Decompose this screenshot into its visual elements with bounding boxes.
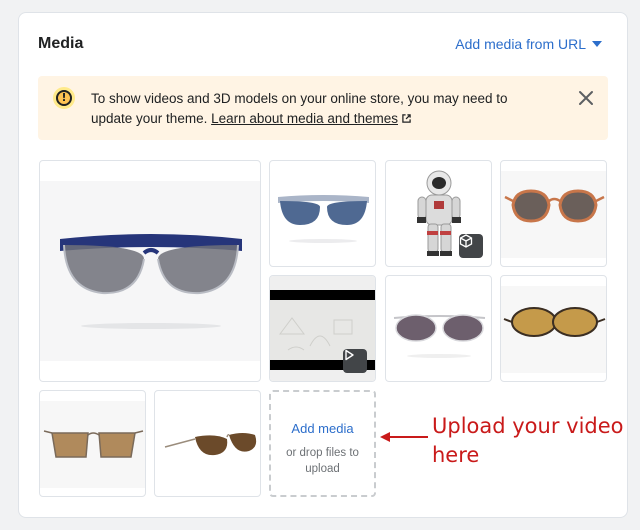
blue-lens-sunglasses-image bbox=[278, 195, 369, 243]
caret-down-icon bbox=[592, 41, 602, 47]
media-tile-7[interactable] bbox=[500, 275, 607, 382]
media-tile-3d[interactable] bbox=[385, 160, 492, 267]
aviator-sunglasses-image bbox=[164, 433, 257, 456]
add-media-button[interactable]: Add media bbox=[271, 421, 374, 436]
add-media-from-url-link[interactable]: Add media from URL bbox=[455, 36, 602, 52]
media-tile-9[interactable] bbox=[154, 390, 261, 497]
media-tile-video[interactable] bbox=[269, 275, 376, 382]
media-tile-2[interactable] bbox=[269, 160, 376, 267]
theme-warning-banner: ! To show videos and 3D models on your o… bbox=[38, 76, 608, 140]
banner-message: To show videos and 3D models on your onl… bbox=[91, 89, 551, 129]
warning-icon: ! bbox=[53, 87, 75, 109]
media-title: Media bbox=[38, 35, 84, 52]
orange-frame-sunglasses-image bbox=[501, 171, 606, 258]
external-link-icon bbox=[402, 114, 411, 123]
media-tile-4[interactable] bbox=[500, 160, 607, 267]
gold-round-sunglasses-image bbox=[501, 286, 606, 373]
square-aviator-sunglasses-image bbox=[40, 401, 145, 488]
round-clear-sunglasses-image bbox=[393, 314, 486, 358]
annotation-arrow-icon bbox=[380, 432, 428, 442]
learn-about-media-link[interactable]: Learn about media and themes bbox=[211, 111, 398, 126]
close-icon[interactable] bbox=[578, 90, 594, 106]
dropzone-hint: or drop files to upload bbox=[286, 447, 359, 475]
annotation-text: Upload your video here bbox=[432, 414, 624, 467]
media-dropzone[interactable]: Add media or drop files to upload bbox=[269, 390, 376, 497]
media-tile-6[interactable] bbox=[385, 275, 492, 382]
blue-sunglasses-image bbox=[40, 181, 260, 361]
add-media-from-url-label: Add media from URL bbox=[455, 36, 586, 52]
media-tile-featured[interactable] bbox=[39, 160, 261, 382]
play-video-icon bbox=[343, 349, 367, 373]
media-tile-8[interactable] bbox=[39, 390, 146, 497]
3d-model-cube-icon bbox=[459, 234, 483, 258]
